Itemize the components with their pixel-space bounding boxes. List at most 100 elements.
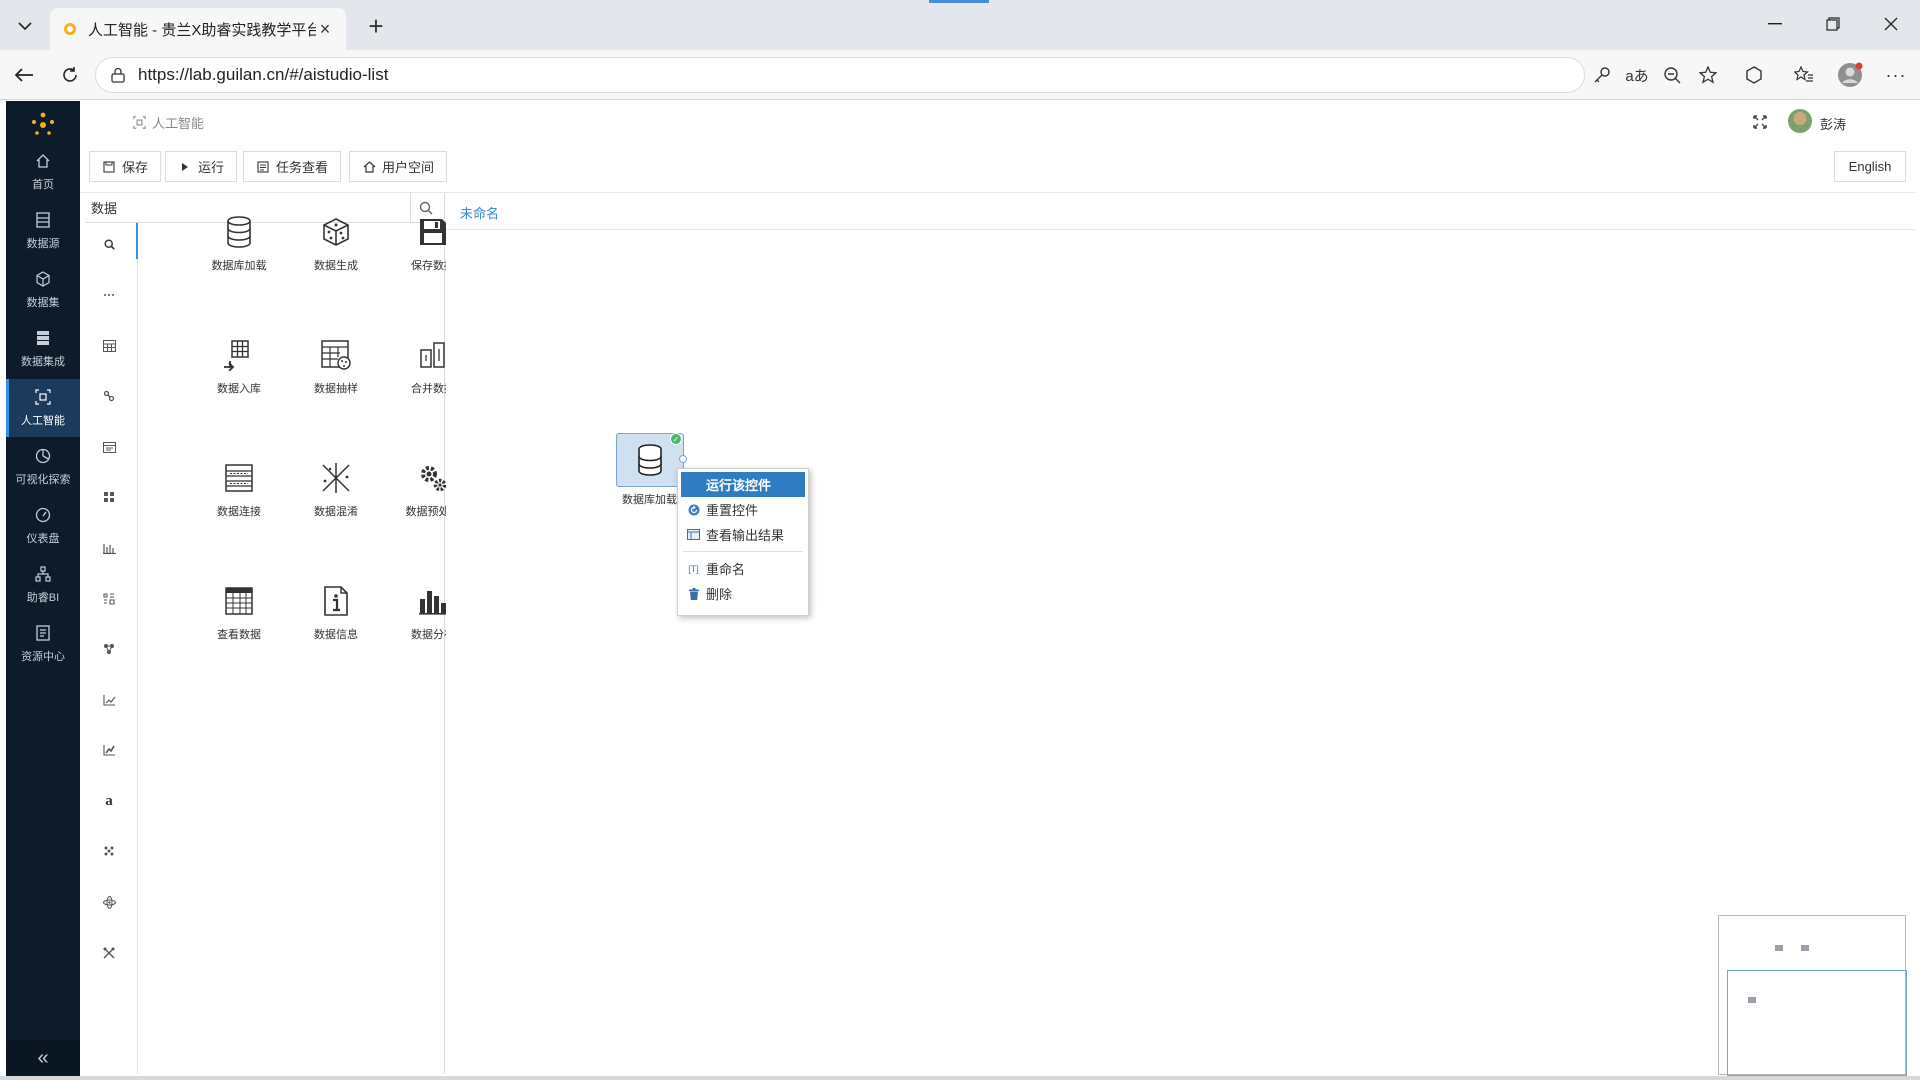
category-atom-icon[interactable] (100, 893, 118, 911)
back-arrow-icon[interactable] (10, 61, 38, 89)
category-more-icon[interactable] (100, 286, 118, 304)
category-form-icon[interactable] (100, 438, 118, 456)
user-name[interactable]: 彭涛 (1820, 114, 1846, 133)
menu-item-rename[interactable]: [T] 重命名 (681, 556, 805, 581)
sidebar-item-bi[interactable]: 助睿BI (6, 556, 80, 614)
run-button[interactable]: 运行 (165, 151, 238, 182)
table-view-icon (220, 582, 258, 620)
workflow-canvas[interactable]: 未命名 (446, 193, 1915, 1074)
info-document-icon (317, 582, 355, 620)
fullscreen-icon[interactable] (1750, 112, 1770, 132)
category-network-icon[interactable] (100, 640, 118, 658)
refresh-icon[interactable] (56, 61, 84, 89)
resource-icon (34, 624, 52, 642)
restore-button[interactable] (1810, 10, 1856, 38)
scatter-cross-icon (317, 459, 355, 497)
close-window-button[interactable] (1868, 10, 1914, 38)
new-tab-button[interactable]: + (362, 11, 390, 41)
extensions-icon[interactable] (1740, 61, 1768, 89)
password-key-icon[interactable] (1590, 63, 1614, 87)
sidebar-item-visual-explore[interactable]: 可视化探索 (6, 438, 80, 496)
dataset-icon (34, 270, 52, 288)
component-database-load[interactable]: 数据库加载 (194, 213, 284, 293)
menu-item-run-node[interactable]: 运行该控件 (681, 472, 805, 497)
bi-icon (34, 565, 52, 583)
more-menu-icon[interactable]: ··· (1882, 61, 1910, 89)
sidebar-item-dataset[interactable]: 数据集 (6, 261, 80, 319)
tab-untitled[interactable]: 未命名 (460, 203, 499, 222)
task-list-icon (256, 160, 270, 174)
database-icon (638, 444, 662, 476)
user-space-button[interactable]: 用户空间 (349, 151, 448, 182)
category-tools-icon[interactable] (100, 944, 118, 962)
menu-item-view-output[interactable]: 查看输出结果 (681, 522, 805, 547)
minimize-button[interactable] (1752, 10, 1798, 38)
sidebar-item-home[interactable]: 首页 (6, 143, 80, 201)
save-button[interactable]: 保存 (89, 151, 162, 182)
home-icon (362, 160, 376, 174)
sidebar-item-datasource[interactable]: 数据源 (6, 202, 80, 260)
rename-icon: [T] (688, 563, 699, 574)
tab-title: 人工智能 - 贵兰X助睿实践教学平台 (88, 21, 316, 39)
profile-avatar-icon[interactable] (1836, 61, 1864, 89)
component-data-info[interactable]: 数据信息 (291, 582, 381, 662)
browser-tabstrip: 人工智能 - 贵兰X助睿实践教学平台 × + (0, 0, 1920, 50)
tab-list-chevron-icon[interactable] (12, 14, 38, 38)
category-pattern-icon[interactable] (100, 842, 118, 860)
sidebar-item-dashboard[interactable]: 仪表盘 (6, 497, 80, 555)
category-bars-icon[interactable] (100, 539, 118, 557)
category-link-icon[interactable] (100, 387, 118, 405)
component-data-generate[interactable]: 数据生成 (291, 213, 381, 293)
category-grid-icon[interactable] (100, 488, 118, 506)
favorite-star-icon[interactable] (1696, 63, 1720, 87)
minimap-node (1775, 945, 1783, 951)
workflow-toolbar: 保存 运行 任务查看 用户空间 English (80, 141, 1915, 193)
dashboard-icon (34, 506, 52, 524)
ai-icon (34, 388, 52, 406)
address-bar[interactable]: https://lab.guilan.cn/#/aistudio-list (95, 57, 1585, 93)
browser-tab[interactable]: 人工智能 - 贵兰X助睿实践教学平台 × (50, 8, 346, 50)
component-data-import[interactable]: 数据入库 (194, 336, 284, 416)
integration-icon (34, 329, 52, 347)
category-table-icon[interactable] (100, 337, 118, 355)
reset-icon (687, 503, 700, 516)
category-text-icon[interactable]: a (100, 792, 118, 810)
sidebar-item-integration[interactable]: 数据集成 (6, 320, 80, 378)
site-info-icon[interactable] (110, 67, 126, 83)
sidebar-item-ai[interactable]: 人工智能 (6, 379, 80, 437)
window-bottom-border (0, 1076, 1920, 1080)
component-data-sample[interactable]: 数据抽样 (291, 336, 381, 416)
menu-item-reset-node[interactable]: 重置控件 (681, 497, 805, 522)
sidebar-collapse-button[interactable]: « (6, 1040, 80, 1076)
task-view-button[interactable]: 任务查看 (243, 151, 342, 182)
menu-item-delete[interactable]: 删除 (681, 581, 805, 606)
component-data-mix[interactable]: 数据混淆 (291, 459, 381, 539)
url-text: https://lab.guilan.cn/#/aistudio-list (138, 65, 389, 84)
tab-close-icon[interactable]: × (316, 19, 334, 39)
chart-pie-icon (34, 447, 52, 465)
browser-toolbar: https://lab.guilan.cn/#/aistudio-list aあ… (0, 50, 1920, 100)
language-switch-button[interactable]: English (1834, 151, 1906, 182)
node-label: 数据库加载 (622, 494, 677, 506)
table-sample-icon (317, 336, 355, 374)
category-column: a (80, 223, 138, 1074)
node-output-port[interactable] (679, 455, 687, 463)
component-data-join[interactable]: 数据连接 (194, 459, 284, 539)
category-search-icon[interactable] (100, 235, 118, 253)
translate-icon[interactable]: aあ (1625, 63, 1649, 87)
app-logo-icon[interactable] (6, 109, 80, 139)
category-scatter-chart-icon[interactable] (100, 741, 118, 759)
category-cluster-icon[interactable] (100, 590, 118, 608)
category-line-chart-icon[interactable] (100, 691, 118, 709)
sidebar-item-resource[interactable]: 资源中心 (6, 615, 80, 673)
favorites-list-icon[interactable] (1790, 61, 1818, 89)
canvas-minimap[interactable] (1718, 915, 1907, 1076)
save-icon (102, 160, 116, 174)
user-avatar[interactable] (1788, 109, 1812, 133)
minimap-viewport[interactable] (1727, 970, 1907, 1076)
component-view-data[interactable]: 查看数据 (194, 582, 284, 662)
breadcrumb-label: 人工智能 (152, 116, 205, 131)
breadcrumb: 人工智能 (132, 113, 204, 132)
zoom-out-icon[interactable] (1660, 63, 1684, 87)
table-import-icon (220, 336, 258, 374)
